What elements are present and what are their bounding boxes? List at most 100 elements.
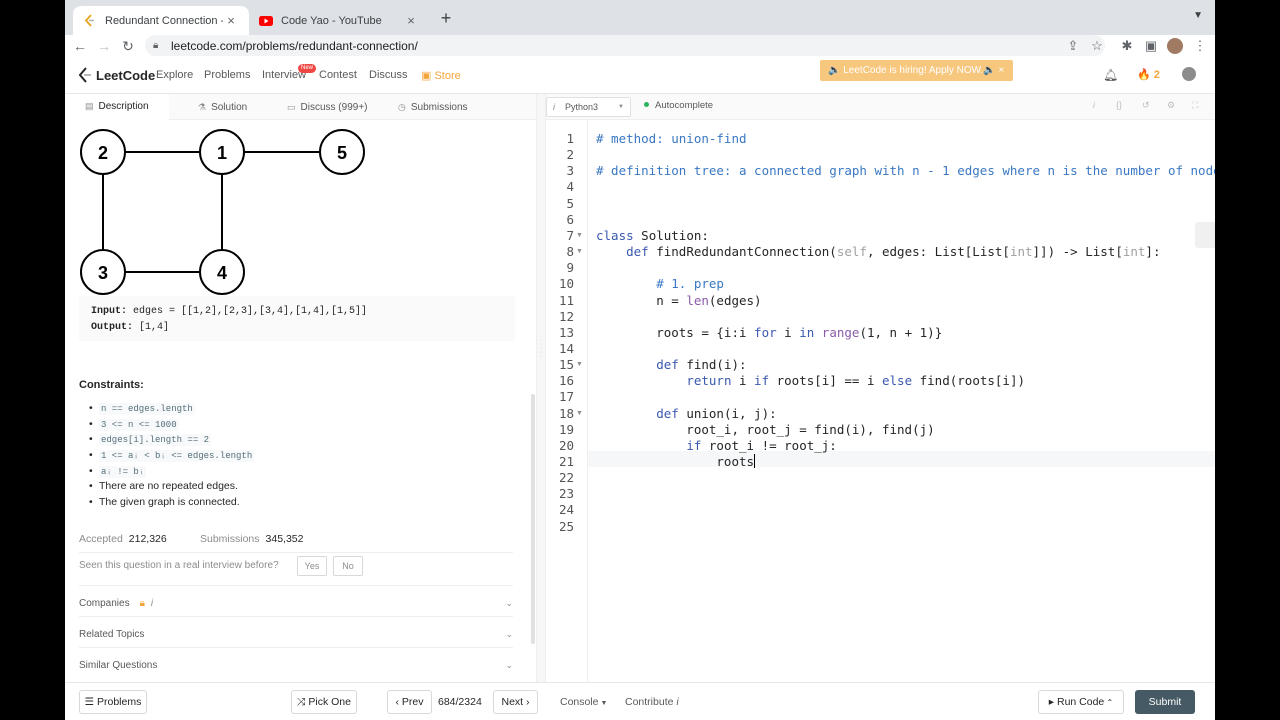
code-line[interactable]: def find(i): bbox=[596, 357, 746, 373]
code-area[interactable]: # method: union-find # definition tree: a… bbox=[596, 120, 1215, 682]
language-select[interactable]: i Python3 ▼ bbox=[546, 97, 631, 117]
next-button[interactable]: Next › bbox=[493, 690, 538, 714]
submit-button[interactable]: Submit bbox=[1135, 690, 1195, 714]
fold-arrow-icon[interactable]: ▼ bbox=[576, 357, 583, 373]
close-tab-icon[interactable]: × bbox=[403, 13, 419, 28]
leetcode-navbar: LeetCode Explore Problems Interview New … bbox=[65, 56, 1215, 94]
notification-bell-icon[interactable]: 🔔︎ bbox=[1103, 68, 1118, 82]
profile-avatar[interactable] bbox=[1167, 38, 1183, 54]
logo-text: LeetCode bbox=[96, 67, 156, 83]
graph-node: 3 bbox=[80, 249, 126, 295]
share-icon[interactable]: ⇪ bbox=[1064, 37, 1082, 55]
nav-store[interactable]: ▣ Store bbox=[421, 69, 461, 82]
constraint-item: n == edges.length bbox=[89, 401, 254, 417]
pick-one-button[interactable]: ⤨ Pick One bbox=[291, 690, 357, 714]
code-line[interactable]: class Solution: bbox=[596, 228, 709, 244]
code-line[interactable]: return i if roots[i] == i else find(root… bbox=[596, 373, 1025, 389]
similar-questions-accordion[interactable]: Similar Questions ⌄ bbox=[79, 660, 513, 680]
submissions-label: Submissions bbox=[200, 533, 260, 545]
nav-problems[interactable]: Problems bbox=[204, 69, 250, 81]
submissions-value: 345,352 bbox=[265, 533, 304, 545]
autocomplete-toggle[interactable]: Autocomplete bbox=[644, 100, 713, 111]
forward-arrow-icon[interactable]: → bbox=[95, 37, 113, 55]
line-number: 25 bbox=[558, 518, 574, 534]
tab-description[interactable]: ▤ Description bbox=[65, 94, 169, 120]
drag-handle-icon: · · · · · bbox=[540, 337, 543, 360]
braces-icon[interactable]: {} bbox=[1116, 100, 1122, 110]
settings-gear-icon[interactable]: ⚙ bbox=[1167, 100, 1175, 111]
hiring-banner[interactable]: 🔈 LeetCode is hiring! Apply NOW.🔈 × bbox=[820, 60, 1013, 81]
line-number: 18 bbox=[558, 405, 574, 421]
button-label: Prev bbox=[401, 696, 424, 708]
button-label: Run Code bbox=[1056, 696, 1105, 708]
contribute-link[interactable]: Contribute i bbox=[625, 696, 679, 708]
caret-down-icon: ▼ bbox=[618, 104, 624, 110]
user-avatar-icon[interactable] bbox=[1182, 67, 1196, 81]
url-text: leetcode.com/problems/redundant-connecti… bbox=[171, 38, 418, 53]
fold-arrow-icon[interactable]: ▼ bbox=[576, 228, 583, 244]
nav-discuss[interactable]: Discuss bbox=[369, 69, 408, 81]
code-line[interactable]: if root_i != root_j: bbox=[596, 438, 837, 454]
prev-button[interactable]: ‹ Prev bbox=[387, 690, 432, 714]
streak-counter[interactable]: 🔥 2 bbox=[1137, 68, 1160, 81]
nav-contest[interactable]: Contest bbox=[319, 69, 357, 81]
info-icon: i bbox=[553, 102, 555, 112]
line-number: 12 bbox=[558, 308, 574, 324]
leetcode-logo-icon bbox=[78, 67, 91, 83]
constraint-text: aᵢ != bᵢ bbox=[99, 465, 147, 478]
reload-icon[interactable]: ↻ bbox=[119, 37, 137, 55]
lock-icon: 🔒︎ bbox=[139, 598, 145, 609]
tab-strip: Redundant Connection - LeetC × Code Yao … bbox=[65, 0, 1215, 35]
code-line[interactable]: roots bbox=[596, 454, 756, 470]
yes-button[interactable]: Yes bbox=[297, 556, 327, 576]
companies-accordion[interactable]: Companies 🔒︎ i ⌄ bbox=[79, 598, 513, 618]
more-menu-icon[interactable]: ⋮ bbox=[1191, 37, 1209, 55]
code-line[interactable]: roots = {i:i for i in range(1, n + 1)} bbox=[596, 325, 942, 341]
description-panel: ▤ Description ⚗ Solution ▭ Discuss (999+) ◷… bbox=[65, 94, 536, 682]
reset-icon[interactable]: ↺ bbox=[1142, 100, 1150, 111]
code-line[interactable]: root_i, root_j = find(i), find(j) bbox=[596, 422, 934, 438]
back-arrow-icon[interactable]: ← bbox=[71, 37, 89, 55]
code-line[interactable]: n = len(edges) bbox=[596, 293, 761, 309]
line-number: 24 bbox=[558, 502, 574, 518]
code-line[interactable]: # method: union-find bbox=[596, 131, 747, 147]
fullscreen-icon[interactable]: ⛶ bbox=[1192, 100, 1198, 111]
extensions-icon[interactable]: ✱ bbox=[1118, 37, 1136, 55]
constraints-list: n == edges.length 3 <= n <= 1000 edges[i… bbox=[89, 401, 255, 511]
node-label: 2 bbox=[98, 143, 108, 163]
close-tab-icon[interactable]: × bbox=[223, 13, 239, 28]
line-number: 7 bbox=[566, 227, 574, 243]
no-button[interactable]: No bbox=[333, 556, 363, 576]
youtube-favicon-icon bbox=[259, 14, 273, 28]
tab-youtube[interactable]: Code Yao - YouTube × bbox=[249, 6, 429, 35]
problems-button[interactable]: ☰ Problems bbox=[79, 690, 147, 714]
related-topics-accordion[interactable]: Related Topics ⌄ bbox=[79, 629, 513, 649]
sidebar-icon[interactable]: ▣ bbox=[1142, 37, 1160, 55]
new-tab-button[interactable]: + bbox=[437, 9, 455, 27]
address-bar[interactable]: 🔒︎ leetcode.com/problems/redundant-conne… bbox=[145, 35, 1105, 56]
node-label: 3 bbox=[98, 263, 108, 283]
info-icon[interactable]: i bbox=[1093, 100, 1095, 110]
tab-discuss[interactable]: ▭ Discuss (999+) bbox=[287, 94, 367, 120]
tab-leetcode[interactable]: Redundant Connection - LeetC × bbox=[73, 6, 249, 35]
constraint-item: aᵢ != bᵢ bbox=[89, 464, 254, 480]
side-panel-tab[interactable] bbox=[1195, 222, 1215, 248]
leetcode-logo[interactable]: LeetCode bbox=[78, 67, 155, 83]
console-toggle[interactable]: Console ▼ bbox=[560, 696, 607, 708]
fold-arrow-icon[interactable]: ▼ bbox=[576, 244, 583, 260]
code-line[interactable]: def findRedundantConnection(self, edges:… bbox=[596, 244, 1160, 260]
run-code-button[interactable]: ▸ Run Code ⌃ bbox=[1038, 690, 1124, 714]
nav-explore[interactable]: Explore bbox=[156, 69, 193, 81]
fold-arrow-icon[interactable]: ▼ bbox=[576, 406, 583, 422]
tab-submissions[interactable]: ◷ Submissions bbox=[398, 94, 468, 120]
tab-search-icon[interactable]: ▼ bbox=[1193, 10, 1203, 21]
scrollbar[interactable] bbox=[531, 394, 535, 644]
constraint-text: edges[i].length == 2 bbox=[99, 434, 212, 447]
code-line[interactable]: # definition tree: a connected graph wit… bbox=[596, 163, 1215, 179]
bookmark-star-icon[interactable]: ☆ bbox=[1088, 37, 1106, 55]
code-line[interactable]: # 1. prep bbox=[596, 276, 724, 292]
seen-question-prompt: Seen this question in a real interview b… bbox=[79, 560, 279, 571]
code-line[interactable]: def union(i, j): bbox=[596, 406, 776, 422]
panel-splitter[interactable]: · · · · · bbox=[536, 94, 546, 682]
tab-solution[interactable]: ⚗ Solution bbox=[198, 94, 247, 120]
